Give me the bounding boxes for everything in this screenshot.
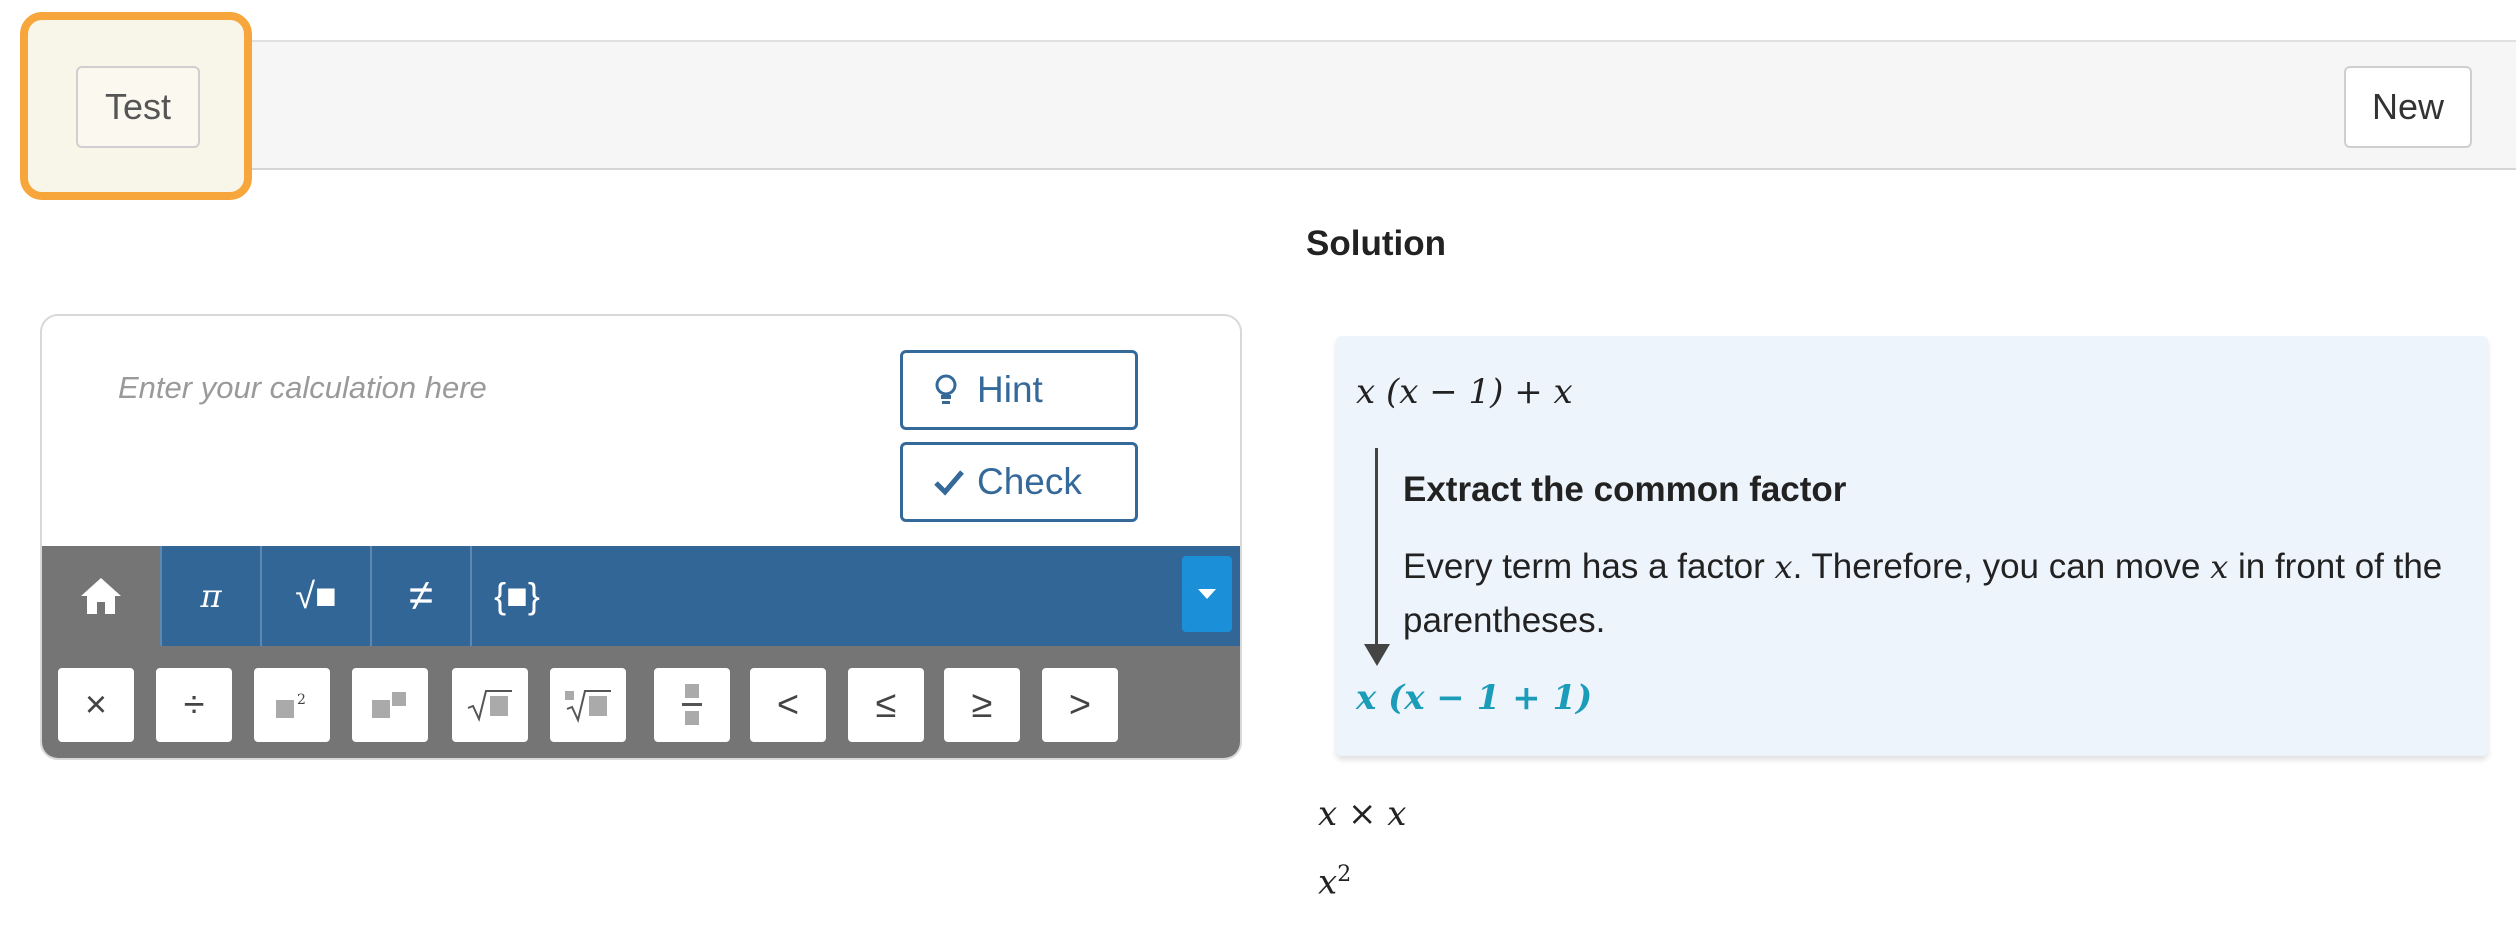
key-less-equal[interactable]: ≤ [848, 668, 924, 742]
calculation-input[interactable]: Enter your calculation here [118, 370, 487, 406]
tab-roots[interactable]: √■ [262, 546, 372, 646]
hint-button[interactable]: Hint [900, 350, 1138, 430]
key-divide[interactable]: ÷ [156, 668, 232, 742]
home-icon [81, 578, 121, 614]
check-label: Check [977, 461, 1082, 502]
calculator-panel: Enter your calculation here Hint Check π… [40, 314, 1242, 760]
key-sqrt[interactable] [452, 668, 528, 742]
tab-sets[interactable]: {■} [472, 546, 562, 646]
checkmark-icon [933, 468, 977, 496]
tab-relations[interactable]: ≠ [372, 546, 472, 646]
key-times[interactable]: × [58, 668, 134, 742]
expression-line-2: x × x [1318, 794, 1407, 834]
key-power[interactable] [352, 668, 428, 742]
test-button[interactable]: Test [76, 66, 200, 148]
expression-line-3: x2 [1318, 862, 1352, 903]
key-greater-equal[interactable]: ≥ [944, 668, 1020, 742]
keyboard-keys: × ÷ 2 < ≤ ≥ > [42, 646, 1240, 758]
step-title: Extract the common factor [1403, 470, 1847, 509]
caret-down-icon [1198, 589, 1216, 599]
svg-text:2: 2 [297, 692, 306, 708]
expression-result: x (x − 1 + 1) [1356, 678, 1593, 718]
key-square[interactable]: 2 [254, 668, 330, 742]
solution-heading: Solution [1306, 224, 1446, 263]
check-button[interactable]: Check [900, 442, 1138, 522]
sqrt-icon [467, 690, 512, 722]
tabs-dropdown-button[interactable] [1182, 556, 1232, 632]
keyboard-tabbar: π √■ ≠ {■} [42, 546, 1240, 646]
tab-constants[interactable]: π [162, 546, 262, 646]
hint-label: Hint [977, 369, 1043, 410]
key-greater-than[interactable]: > [1042, 668, 1118, 742]
key-less-than[interactable]: < [750, 668, 826, 742]
top-toolbar [40, 40, 2516, 170]
nth-root-icon [565, 690, 611, 723]
step-arrow [1375, 448, 1378, 656]
lightbulb-icon [933, 373, 977, 407]
tab-home[interactable] [42, 546, 162, 646]
key-fraction[interactable] [654, 668, 730, 742]
key-nth-root[interactable] [550, 668, 626, 742]
square-power-icon: 2 [276, 692, 306, 718]
fraction-icon [682, 684, 702, 725]
power-icon [372, 692, 406, 718]
new-button[interactable]: New [2344, 66, 2472, 148]
expression-start: x (x − 1) + x [1356, 372, 1573, 412]
step-explanation: Every term has a factor x. Therefore, yo… [1403, 547, 2443, 640]
step-arrow-head [1364, 644, 1390, 666]
